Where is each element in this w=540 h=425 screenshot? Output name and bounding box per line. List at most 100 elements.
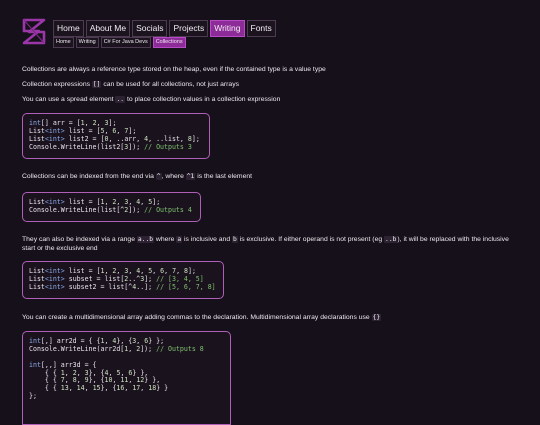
- code-token: ]);: [128, 142, 145, 151]
- text: is exclusive. If either operand is not p…: [237, 236, 385, 243]
- inline-code: a..b: [136, 236, 155, 243]
- code-token: List: [29, 198, 45, 206]
- code-token: ..];: [136, 282, 157, 291]
- inline-code: ..b: [384, 236, 398, 243]
- code-token: { {: [29, 384, 61, 393]
- text: to place collection values in a collecti…: [125, 96, 281, 103]
- code-block-multidimensional: int[,] arr2d = { {1, 4}, {3, 6} }; Consol…: [22, 331, 231, 425]
- code-token: <int>: [44, 198, 65, 206]
- code-token: ,: [164, 267, 173, 275]
- code-token: list = [: [64, 126, 101, 135]
- code-token: , ..list,: [148, 134, 188, 143]
- code-token: list = [: [64, 198, 101, 206]
- code-token: ]);: [128, 205, 145, 214]
- code-line: { { 13, 14, 15}, {16, 17, 18} }: [29, 384, 224, 393]
- code-line: Console.WriteLine(list[^2]); // Outputs …: [29, 205, 194, 215]
- breadcrumb: Home Writing C# For Java Devs Collection…: [53, 37, 186, 48]
- code-token: <int>: [44, 274, 65, 283]
- code-token: } };: [148, 337, 165, 345]
- nav-home[interactable]: Home: [53, 20, 84, 37]
- hourglass-logo-icon[interactable]: [21, 18, 47, 45]
- inline-code: ^1: [185, 173, 196, 180]
- code-token: // Outputs 3: [144, 142, 192, 151]
- code-token: list = [: [64, 267, 101, 275]
- code-token: ];: [188, 267, 196, 275]
- code-token: ];: [144, 274, 157, 283]
- code-token: List: [29, 134, 45, 143]
- code-token: ]);: [140, 344, 157, 353]
- text: , where: [161, 173, 186, 180]
- code-token: ..^: [128, 274, 141, 283]
- code-token: }, {: [116, 337, 133, 345]
- text: You can create a multidimensional array …: [22, 314, 372, 321]
- paragraph-range: They can also be indexed via a range a..…: [22, 235, 522, 253]
- code-token: List: [29, 267, 45, 275]
- code-line: List<int> subset2 = list[^4..]; // [5, 6…: [29, 282, 217, 292]
- code-token: } },: [132, 368, 149, 377]
- text: where: [154, 236, 177, 243]
- code-token: ,: [76, 368, 85, 377]
- code-token: { {: [29, 376, 61, 385]
- code-token: // [5, 6, 7, 8]: [156, 282, 216, 291]
- code-token: int: [29, 360, 41, 369]
- code-token: 13: [60, 384, 69, 393]
- nav-writing[interactable]: Writing: [210, 20, 245, 37]
- code-token: [,,] arr3d = {: [40, 360, 97, 369]
- breadcrumb-home[interactable]: Home: [53, 37, 74, 48]
- code-token: subset = list[: [64, 274, 125, 283]
- code-token: ,: [84, 384, 93, 393]
- text: can be used for all collections, not jus…: [101, 81, 240, 88]
- text: They can also be indexed via a range: [22, 236, 137, 243]
- code-token: }, {: [88, 376, 105, 385]
- code-token: int: [29, 119, 41, 127]
- code-token: // [3, 4, 5]: [156, 274, 204, 283]
- text: Collections can be indexed from the end …: [22, 173, 156, 180]
- code-token: ,: [176, 267, 185, 275]
- code-token: ];: [152, 198, 161, 206]
- code-token: { {: [29, 368, 61, 377]
- code-token: <int>: [44, 126, 65, 135]
- code-token: Console.WriteLine(list2[: [29, 142, 125, 151]
- paragraph-collection-expressions: Collection expressions [] can be used fo…: [22, 80, 239, 89]
- code-token: }, {: [88, 368, 105, 377]
- code-token: ];: [191, 134, 200, 143]
- code-token: 15: [92, 384, 101, 393]
- code-token: 18: [148, 384, 157, 393]
- paragraph-index-from-end: Collections can be indexed from the end …: [22, 172, 252, 181]
- code-token: <int>: [44, 267, 65, 275]
- code-token: ];: [108, 119, 117, 127]
- text: is inclusive and: [182, 236, 233, 243]
- code-token: // Outputs 8: [156, 344, 204, 353]
- breadcrumb-csharp-for-java-devs[interactable]: C# For Java Devs: [100, 37, 151, 48]
- breadcrumb-writing[interactable]: Writing: [75, 37, 99, 48]
- code-token: } }: [156, 384, 169, 393]
- code-token: ,: [64, 368, 73, 377]
- code-token: Console.WriteLine(list[^: [29, 205, 125, 214]
- code-token: <int>: [44, 282, 65, 291]
- code-token: ,: [64, 376, 73, 385]
- text: You can use a spread element: [22, 96, 116, 103]
- nav-projects[interactable]: Projects: [169, 20, 209, 37]
- code-line: Console.WriteLine(arr2d[1, 2]); // Outpu…: [29, 344, 224, 354]
- code-token: list2 = [: [64, 134, 105, 143]
- nav-about-me[interactable]: About Me: [85, 20, 131, 37]
- code-line: Console.WriteLine(list2[3]); // Outputs …: [29, 142, 203, 152]
- code-token: };: [29, 392, 37, 401]
- code-line: };: [29, 392, 224, 401]
- code-token: , ..arr,: [108, 134, 145, 143]
- code-token: 14: [76, 384, 85, 393]
- code-token: ];: [128, 126, 137, 135]
- code-token: List: [29, 126, 45, 135]
- nav-socials[interactable]: Socials: [132, 20, 168, 37]
- paragraph-spread-element: You can use a spread element .. to place…: [22, 95, 280, 104]
- paragraph-reference-type: Collections are always a reference type …: [22, 66, 326, 73]
- code-token: } },: [144, 376, 161, 385]
- code-token: List: [29, 274, 45, 283]
- nav-fonts[interactable]: Fonts: [246, 20, 276, 37]
- code-block-spread: int[] arr = [1, 2, 3]; List<int> list = […: [22, 113, 210, 159]
- code-token: // Outputs 4: [144, 205, 192, 214]
- breadcrumb-collections[interactable]: Collections: [152, 37, 186, 48]
- code-token: <int>: [44, 134, 65, 143]
- code-token: ,: [68, 384, 77, 393]
- code-token: [] arr = [: [40, 119, 81, 127]
